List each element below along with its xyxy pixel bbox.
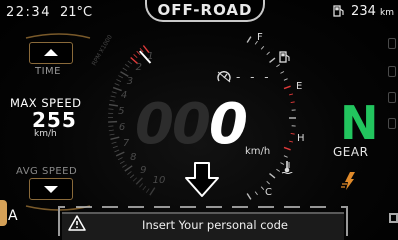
tach-number: 4 [120, 90, 128, 102]
tach-tick [117, 157, 123, 161]
gauge-tick [283, 78, 288, 81]
tach-tick [139, 183, 144, 188]
tach-tick [118, 75, 123, 79]
tach-tick [129, 174, 135, 179]
gauge-tick [260, 45, 265, 50]
tach-tick [125, 64, 130, 68]
tach-number: 9 [140, 164, 147, 176]
tach-number: 5 [118, 106, 125, 118]
traction-icon [341, 172, 355, 190]
tach-tick [132, 177, 138, 182]
gear-label: GEAR [333, 145, 369, 159]
tach-tick [112, 145, 118, 149]
tach-tick [124, 165, 133, 172]
gauge-tick [266, 181, 270, 185]
gauge-tick [283, 146, 291, 151]
tach-number: 7 [122, 137, 130, 149]
tach-tick [108, 103, 118, 107]
gauge-tick [283, 85, 291, 90]
tach-tick [122, 164, 127, 168]
gauge-tick [269, 57, 276, 63]
gauge-tick [290, 101, 295, 103]
tach-number: 1 [147, 51, 154, 63]
tach-tick [110, 95, 116, 98]
fuel-full-label: F [257, 32, 263, 43]
tach-tick [114, 83, 120, 86]
speedometer: 000 [135, 92, 248, 157]
gauge-tick [254, 191, 258, 196]
code-dashes [76, 206, 326, 208]
tach-tick [127, 171, 132, 175]
gauge-tick [276, 168, 280, 172]
temp-cold-label: C [265, 187, 272, 198]
gauge-tick [269, 173, 276, 179]
edge-indicator-icon [388, 92, 396, 103]
tach-tick [116, 79, 122, 82]
tach-label: RPM X1000 [91, 34, 114, 67]
tach-number: 6 [118, 122, 126, 134]
tach-tick [111, 141, 117, 144]
tach-tick [119, 160, 125, 164]
tach-tick [149, 187, 156, 196]
gauge-tick [280, 71, 285, 74]
tach-tick [142, 185, 147, 191]
tach-tick [109, 99, 115, 102]
tach-tick [114, 149, 120, 153]
tach-tick [127, 60, 133, 65]
temp-hot-label: H [297, 133, 305, 144]
tach-tick [109, 133, 115, 136]
warning-icon [68, 215, 86, 231]
gauge-tick [288, 93, 294, 96]
tach-tick [145, 188, 150, 193]
tach-tick [135, 177, 143, 185]
cruise-control-icon [217, 71, 231, 83]
edge-indicator-icon [388, 66, 396, 77]
gauge-tick [246, 36, 252, 43]
tach-tick [111, 91, 117, 94]
right-edge-icons [388, 30, 398, 210]
edge-indicator-icon [388, 38, 396, 49]
gauge-tick [260, 186, 265, 191]
message-bracket-left [58, 206, 65, 236]
tach-tick [108, 129, 114, 132]
tach-tick [133, 54, 138, 59]
speed-unit: km/h [245, 146, 271, 157]
message-text: Insert Your personal code [142, 218, 288, 232]
tach-number: 2 [135, 62, 143, 74]
gauge-tick [288, 140, 294, 143]
gear-indicator: N [340, 96, 379, 150]
gauge-tick [283, 155, 288, 158]
tach-number: 3 [126, 75, 134, 87]
edge-indicator-icon [388, 118, 396, 129]
dashboard-screen: 22:34 21°C OFF-ROAD 234 km TIME MAX SPEE… [0, 0, 398, 240]
tach-tick [110, 136, 120, 141]
tach-tick [115, 151, 125, 157]
speed-value: 0 [208, 92, 248, 157]
arrow-down-icon [185, 162, 219, 197]
gauge-tick [290, 133, 295, 135]
fuel-empty-label: E [296, 81, 303, 92]
coolant-temp-icon [281, 161, 293, 174]
cruise-speed-value: - - - [236, 70, 272, 84]
gauge-tick [246, 193, 252, 200]
right-square-indicator [389, 213, 398, 223]
speed-dim-digits: 00 [135, 92, 211, 157]
message-bracket-right [341, 206, 348, 236]
gauge-tick [266, 51, 270, 55]
tach-number: 10 [152, 174, 166, 186]
gauge-tick [276, 64, 280, 68]
fuel-gauge-icon [279, 51, 290, 63]
tach-tick [122, 67, 128, 72]
